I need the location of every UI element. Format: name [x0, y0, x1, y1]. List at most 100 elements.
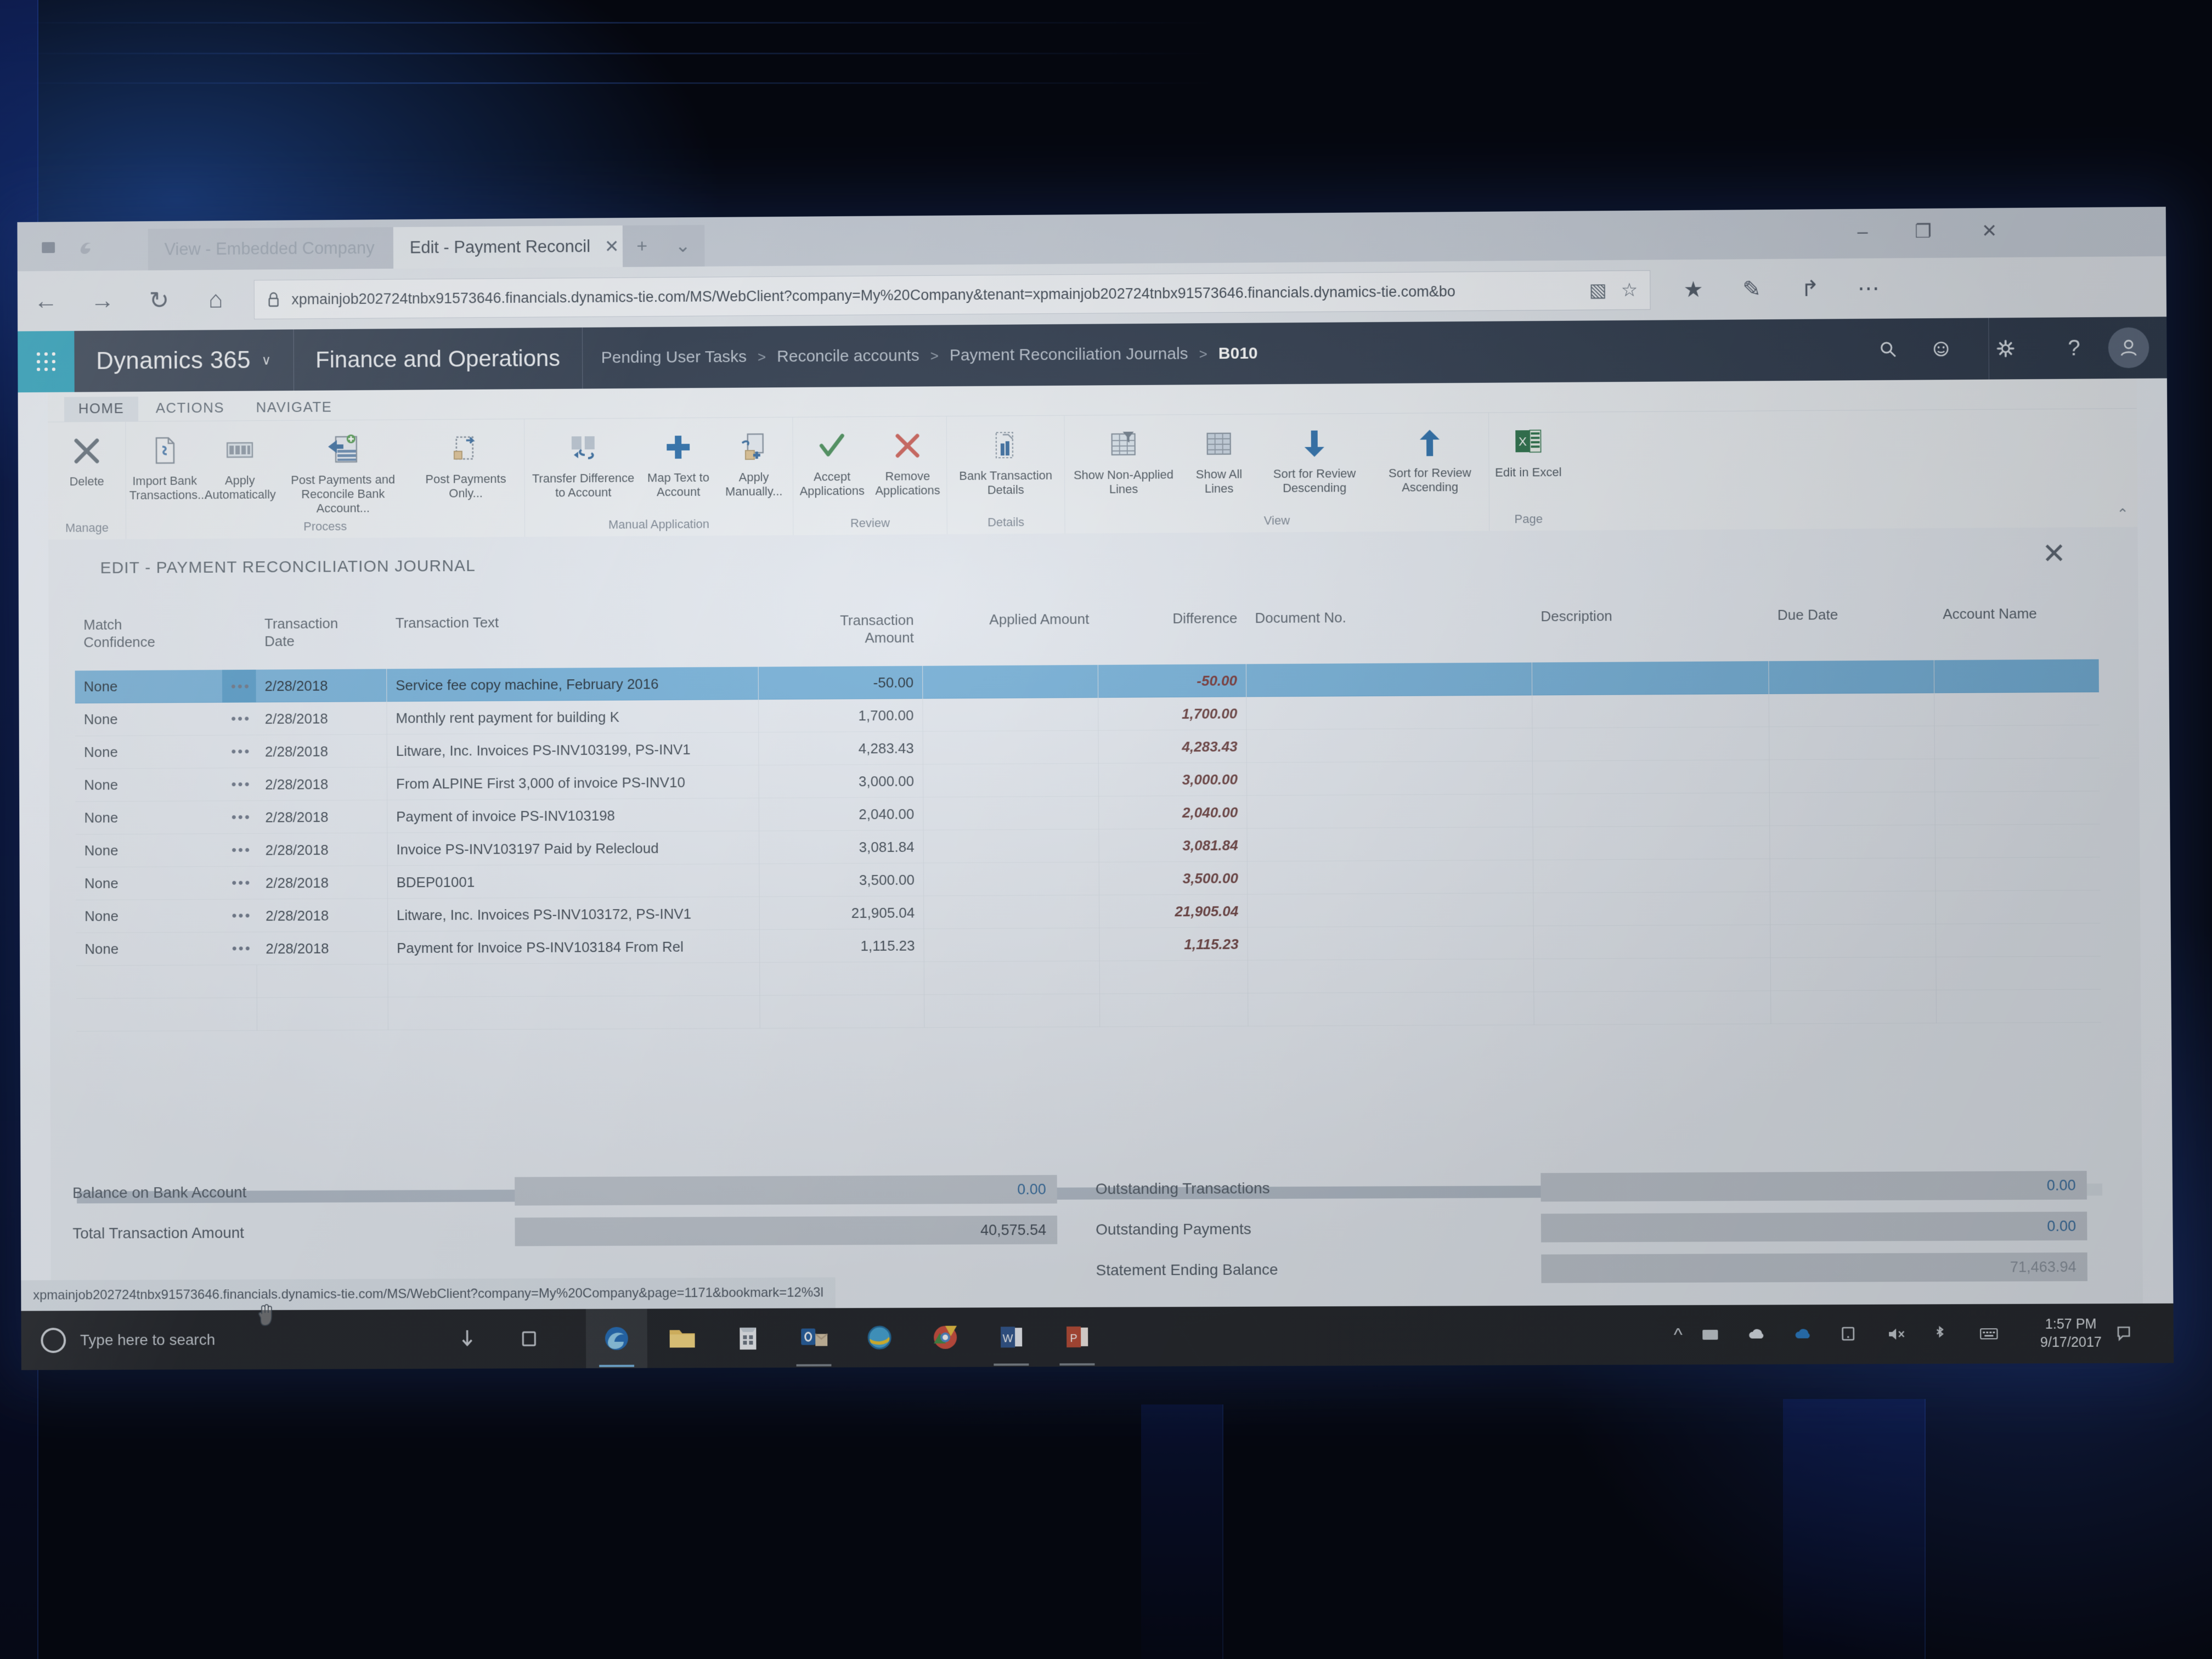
- action-center-icon[interactable]: [2116, 1325, 2163, 1341]
- ribbon-tab-home[interactable]: HOME: [64, 396, 139, 422]
- new-tab-button[interactable]: + ⌄: [622, 224, 705, 267]
- cell-empty[interactable]: [1770, 957, 1937, 991]
- row-menu-icon[interactable]: •••: [222, 669, 256, 703]
- chevron-down-icon[interactable]: ∨: [262, 352, 272, 368]
- cell-account-name[interactable]: [1936, 840, 2096, 841]
- cortana-ring-icon[interactable]: [41, 1328, 66, 1353]
- cell-match-confidence[interactable]: None: [76, 842, 223, 859]
- collapse-ribbon-icon[interactable]: ⌃: [2117, 506, 2129, 523]
- cell-empty[interactable]: [1099, 993, 1249, 1027]
- cell-empty[interactable]: [924, 994, 1101, 1028]
- cell-transaction-date[interactable]: 2/28/2018: [257, 898, 388, 932]
- bluetooth-icon[interactable]: [1933, 1325, 1979, 1342]
- taskbar-app-store[interactable]: [717, 1308, 778, 1368]
- cell-empty[interactable]: [1533, 957, 1771, 992]
- apply-automatically-button[interactable]: Apply Automatically: [202, 421, 278, 519]
- cell-account-name[interactable]: [1934, 675, 2095, 676]
- cell-account-name[interactable]: [1934, 708, 2095, 709]
- cell-document-no[interactable]: [1248, 893, 1534, 928]
- onedrive-blue-icon[interactable]: [1794, 1327, 1841, 1341]
- cell-applied-amount[interactable]: [923, 697, 1099, 732]
- cell-account-name[interactable]: [1935, 775, 2095, 776]
- cell-applied-amount[interactable]: [924, 928, 1100, 962]
- cell-due-date[interactable]: [1770, 857, 1936, 892]
- cell-empty[interactable]: [1248, 958, 1534, 994]
- row-menu-icon[interactable]: •••: [222, 743, 256, 760]
- cell-match-confidence[interactable]: None: [75, 743, 222, 761]
- browser-tab-inactive[interactable]: View - Embedded Company: [148, 227, 426, 270]
- cell-description[interactable]: [1533, 859, 1770, 893]
- cell-applied-amount[interactable]: [923, 796, 1099, 831]
- cell-transaction-amount[interactable]: 1,700.00: [758, 698, 923, 732]
- cell-document-no[interactable]: [1247, 827, 1533, 862]
- taskbar-clock[interactable]: 1:57 PM 9/17/2017: [2025, 1315, 2116, 1352]
- cell-empty[interactable]: [1771, 990, 1937, 1024]
- cell-empty[interactable]: [924, 961, 1100, 995]
- cell-empty[interactable]: [760, 961, 925, 996]
- cell-difference[interactable]: 3,500.00: [1099, 861, 1248, 895]
- home-icon[interactable]: ⌂: [188, 286, 244, 313]
- cell-empty[interactable]: [388, 962, 760, 997]
- cell-due-date[interactable]: [1769, 692, 1935, 727]
- cell-due-date[interactable]: [1770, 825, 1936, 859]
- cell-transaction-amount[interactable]: 3,000.00: [759, 764, 924, 798]
- volume-muted-icon[interactable]: [1887, 1327, 1933, 1342]
- breadcrumb-item-b010[interactable]: B010: [1218, 344, 1258, 363]
- cell-empty[interactable]: [1248, 991, 1534, 1026]
- transfer-difference-to-account-button[interactable]: Transfer Difference to Account: [526, 419, 641, 517]
- cell-document-no[interactable]: [1246, 761, 1533, 796]
- show-hidden-icons-chevron-icon[interactable]: ^: [1655, 1324, 1702, 1345]
- show-all-lines-button[interactable]: Show All Lines: [1181, 414, 1257, 513]
- row-menu-icon[interactable]: •••: [223, 940, 257, 957]
- post-payments-only-button[interactable]: Post Payments Only...: [408, 419, 523, 518]
- cell-transaction-amount[interactable]: 21,905.04: [759, 896, 924, 930]
- post-payments-and-reconcile-bank-account-button[interactable]: Post Payments and Reconcile Bank Account…: [277, 420, 408, 518]
- cell-empty[interactable]: [76, 981, 223, 982]
- cell-transaction-text[interactable]: Monthly rent payment for building K: [387, 699, 759, 735]
- close-window-button[interactable]: ✕: [1967, 220, 2012, 242]
- cell-document-no[interactable]: [1247, 860, 1534, 895]
- url-input[interactable]: xpmainjob202724tnbx91573646.financials.d…: [253, 270, 1651, 320]
- ribbon-tab-navigate[interactable]: NAVIGATE: [242, 395, 347, 420]
- task-view-down-icon[interactable]: [458, 1328, 520, 1350]
- cell-applied-amount[interactable]: [923, 829, 1099, 864]
- browser-tab-active[interactable]: Edit - Payment Reconcil ✕: [393, 225, 623, 269]
- cell-transaction-amount[interactable]: 3,500.00: [759, 863, 924, 897]
- cell-match-confidence[interactable]: None: [76, 874, 223, 892]
- cell-difference[interactable]: 2,040.00: [1099, 795, 1248, 830]
- cell-match-confidence[interactable]: None: [75, 678, 222, 695]
- dynamics-brand[interactable]: Dynamics 365 ∨: [74, 329, 294, 392]
- back-icon[interactable]: ←: [18, 287, 74, 315]
- cell-description[interactable]: [1532, 661, 1769, 696]
- display-icon[interactable]: [1840, 1326, 1887, 1342]
- app-launcher-waffle-icon[interactable]: [18, 331, 75, 393]
- cell-transaction-date[interactable]: 2/28/2018: [256, 734, 387, 768]
- hub-favorites-icon[interactable]: ★: [1667, 277, 1720, 303]
- plus-icon[interactable]: +: [636, 235, 647, 257]
- cell-document-no[interactable]: [1247, 794, 1533, 829]
- cell-transaction-date[interactable]: 2/28/2018: [256, 767, 388, 801]
- cell-applied-amount[interactable]: [923, 862, 1099, 896]
- edit-in-excel-button[interactable]: X Edit in Excel: [1490, 413, 1566, 511]
- taskbar-app-file-explorer[interactable]: [651, 1308, 713, 1368]
- ribbon-tab-actions[interactable]: ACTIONS: [142, 396, 239, 421]
- cell-description[interactable]: [1533, 891, 1771, 926]
- cell-description[interactable]: [1532, 693, 1770, 729]
- row-menu-icon[interactable]: •••: [223, 776, 257, 793]
- cell-due-date[interactable]: [1770, 891, 1936, 925]
- balance-on-bank-account-field[interactable]: 0.00: [515, 1175, 1057, 1206]
- cell-match-confidence[interactable]: None: [76, 809, 223, 826]
- cell-account-name[interactable]: [1936, 808, 2096, 809]
- taskbar-app-powerpoint[interactable]: P: [1046, 1307, 1108, 1367]
- sort-for-review-descending-button[interactable]: Sort for Review Descending: [1256, 414, 1372, 512]
- favorite-star-icon[interactable]: ☆: [1621, 279, 1638, 301]
- cell-empty[interactable]: [388, 995, 760, 1030]
- cell-transaction-text[interactable]: Payment of invoice PS-INV103198: [387, 798, 760, 833]
- cell-empty[interactable]: [257, 997, 388, 1031]
- cell-difference[interactable]: 4,283.43: [1098, 729, 1247, 764]
- feedback-smiley-icon[interactable]: [1930, 338, 1983, 360]
- sort-for-review-ascending-button[interactable]: Sort for Review Ascending: [1372, 413, 1488, 512]
- cell-document-no[interactable]: [1246, 695, 1533, 730]
- cell-description[interactable]: [1532, 759, 1770, 794]
- row-menu-icon[interactable]: •••: [222, 710, 256, 727]
